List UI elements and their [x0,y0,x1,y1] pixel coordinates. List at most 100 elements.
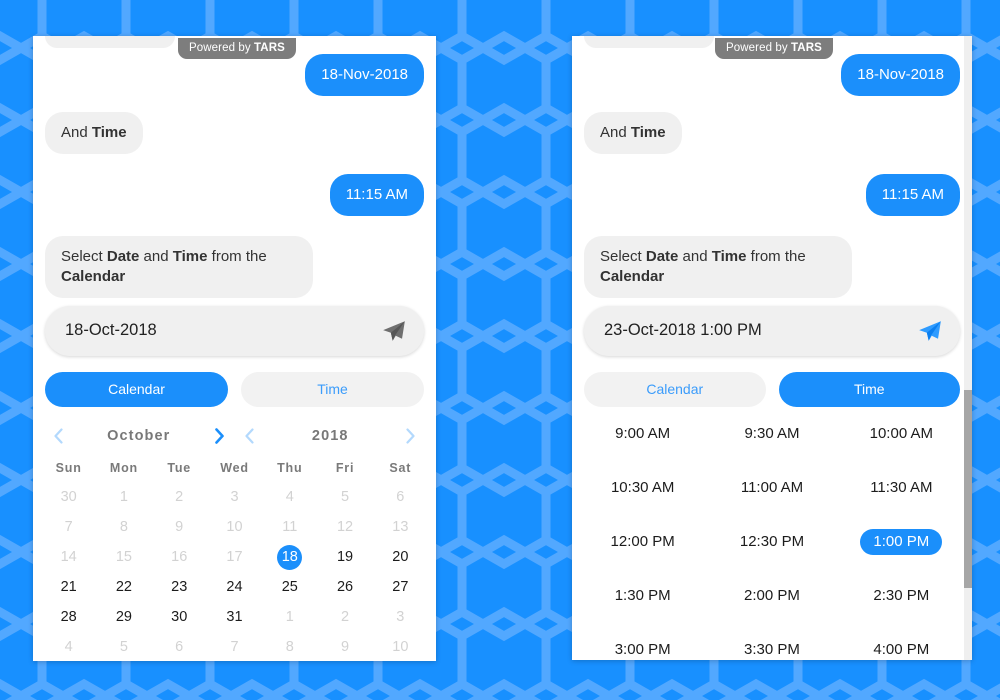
calendar-day-cell: 14 [41,545,96,570]
calendar-day-cell: 2 [152,485,207,510]
chat-row-bot-instruction: Select Date and Time from the Calendar [45,235,424,298]
time-slot-cell[interactable]: 4:00 PM [837,637,966,660]
time-slot-cell[interactable]: 2:00 PM [707,583,836,609]
powered-by-prefix: Powered by [726,42,792,54]
year-prev-chevron-left-icon[interactable] [241,425,259,447]
time-slot-cell[interactable]: 1:30 PM [578,583,707,609]
month-prev-chevron-left-icon[interactable] [49,425,67,447]
send-paper-plane-glyph [919,320,941,341]
picker-tabs-calendar: Calendar Time [45,371,424,407]
time-list-scrollbar-track[interactable] [964,36,972,660]
user-message-time: 11:15 AM [865,173,960,216]
calendar-day-cell[interactable]: 29 [96,605,151,630]
calendar-month-label: October [107,427,171,444]
weekday-label-wed: Wed [220,460,249,475]
time-slot-cell[interactable]: 1:00 PM [837,528,966,555]
chevron-left-glyph [245,428,254,444]
calendar-day-label: 22 [115,579,132,596]
truncated-bot-bubble [45,36,175,48]
time-slot-cell[interactable]: 10:00 AM [837,421,966,447]
calendar-day-cell[interactable]: 18 [262,544,317,570]
send-paper-plane-icon[interactable] [916,317,944,345]
time-slot-cell[interactable]: 2:30 PM [837,583,966,609]
weekday-label-sat: Sat [389,460,412,475]
calendar-day-cell[interactable]: 25 [262,575,317,600]
bot-message-and-time: And Time [45,111,143,154]
calendar-day-label: 3 [396,609,405,626]
calendar-day-label: 2 [341,609,350,626]
calendar-day-cell[interactable]: 24 [207,575,262,600]
calendar-year-label: 2018 [311,427,349,444]
calendar-day-cell[interactable]: 26 [317,575,372,600]
time-slot-cell[interactable]: 9:30 AM [707,421,836,447]
time-slot-label: 9:00 AM [615,424,671,442]
calendar-day-cell: 5 [96,635,151,660]
calendar-day-cell[interactable]: 21 [41,575,96,600]
calendar-day-cell: 3 [207,485,262,510]
calendar-day-label: 30 [60,489,77,506]
tab-calendar[interactable]: Calendar [45,371,228,407]
time-slot-label: 2:30 PM [873,586,930,604]
composer-input-calendar[interactable]: 18-Oct-2018 [65,321,157,340]
composer-input-time[interactable]: 23-Oct-2018 1:00 PM [604,321,762,340]
message-composer-time[interactable]: 23-Oct-2018 1:00 PM [584,305,960,356]
calendar-day-label: 10 [392,639,409,656]
calendar-day-label: 19 [336,549,354,566]
calendar-day-cell[interactable]: 19 [317,545,372,570]
chat-row-bot-and-time: And Time [584,111,960,154]
calendar-day-cell[interactable]: 22 [96,575,151,600]
calendar-day-cell: 5 [317,485,372,510]
calendar-day-cell[interactable]: 31 [207,605,262,630]
tab-calendar[interactable]: Calendar [584,371,766,407]
time-slot-cell[interactable]: 12:00 PM [578,529,707,555]
month-next-chevron-right-icon[interactable] [210,425,228,447]
message-composer-calendar[interactable]: 18-Oct-2018 [45,305,424,356]
month-navigator: October [43,425,235,447]
calendar-day-label: 6 [396,489,405,506]
time-slot-label: 4:00 PM [873,640,930,658]
time-list-scrollbar-thumb[interactable] [964,390,972,588]
calendar-day-cell: 2 [317,605,372,630]
tab-time[interactable]: Time [241,371,424,407]
time-slot-label: 1:00 PM [860,528,943,555]
calendar-day-cell: 4 [262,485,317,510]
calendar-day-cell: 1 [262,605,317,630]
calendar-day-cell: 7 [207,635,262,660]
time-slot-label: 9:30 AM [744,424,800,442]
chat-row-user-time: 11:15 AM [45,173,424,216]
time-slot-cell[interactable]: 9:00 AM [578,421,707,447]
calendar-day-cell: 8 [96,515,151,540]
time-slot-label: 10:00 AM [869,424,934,442]
calendar-day-cell[interactable]: 28 [41,605,96,630]
time-slot-cell[interactable]: 3:00 PM [578,637,707,660]
time-slot-cell[interactable]: 11:00 AM [707,475,836,501]
calendar-day-cell[interactable]: 23 [152,575,207,600]
calendar-day-cell: 6 [373,485,428,510]
time-slot-cell[interactable]: 3:30 PM [707,637,836,660]
weekday-label-fri: Fri [335,460,355,475]
calendar-day-cell[interactable]: 27 [373,575,428,600]
time-slot-cell[interactable]: 12:30 PM [707,529,836,555]
powered-by-badge-left[interactable]: Powered by TARS [178,38,296,59]
chat-message-list-time: 18-Nov-2018 And Time 11:15 AM Select Dat… [572,36,972,298]
calendar-date-grid: 30 1 2 3 4 5 6 7 8 9 10 11 12 13 14 15 16 17 18 19 20 21 22 23 2… [41,485,428,660]
calendar-day-label: 4 [64,639,73,656]
calendar-day-label: 31 [226,609,243,626]
time-slot-cell[interactable]: 10:30 AM [578,475,707,501]
time-slot-cell[interactable]: 11:30 AM [837,475,966,501]
calendar-day-cell: 7 [41,515,96,540]
calendar-day-label: 26 [336,579,354,596]
calendar-day-label: 21 [60,579,77,596]
calendar-day-cell[interactable]: 20 [373,545,428,570]
calendar-day-label: 9 [175,519,184,536]
calendar-day-cell: 6 [152,635,207,660]
year-next-chevron-right-icon[interactable] [402,425,420,447]
chevron-left-glyph [53,428,63,444]
calendar-day-cell: 3 [373,605,428,630]
calendar-day-label: 30 [171,609,188,626]
calendar-weekday-header: Sun Mon Tue Wed Thu Fri Sat [41,461,428,475]
send-paper-plane-icon[interactable] [380,317,408,345]
tab-time[interactable]: Time [778,371,960,407]
powered-by-badge-right[interactable]: Powered by TARS [715,38,833,59]
calendar-day-cell[interactable]: 30 [152,605,207,630]
